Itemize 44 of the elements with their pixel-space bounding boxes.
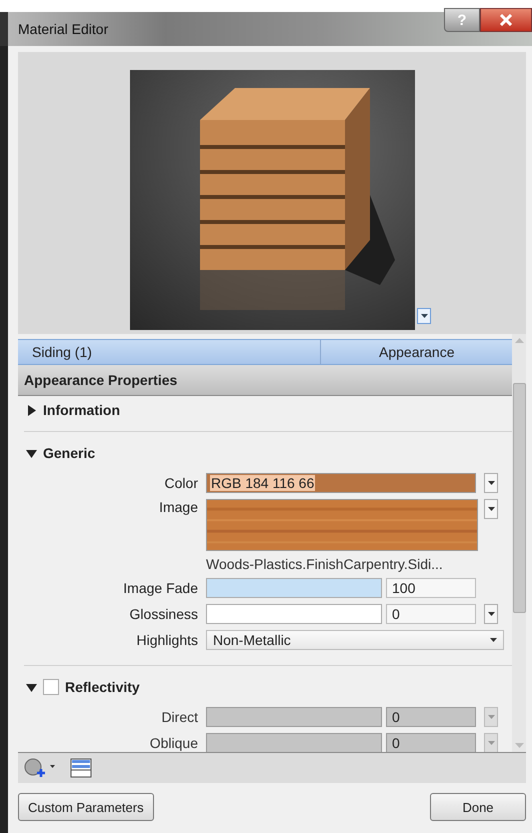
section-title[interactable]: Information xyxy=(43,402,120,418)
close-button[interactable] xyxy=(480,8,532,32)
window-title: Material Editor xyxy=(18,21,108,37)
close-icon xyxy=(499,14,513,26)
image-file-name: Woods-Plastics.FinishCarpentry.Sidi... xyxy=(206,556,444,572)
property-label: Image Fade xyxy=(122,580,198,596)
caret-icon xyxy=(488,741,494,745)
property-label: Glossiness xyxy=(128,606,198,622)
property-label: Color xyxy=(164,475,198,491)
property-label: Highlights xyxy=(136,632,198,648)
scrollbar[interactable] xyxy=(512,334,526,752)
property-label: Oblique xyxy=(148,735,198,751)
caret-icon xyxy=(488,612,494,616)
panel-layout-button[interactable] xyxy=(70,758,92,778)
done-button[interactable]: Done xyxy=(430,793,526,821)
scroll-up-icon[interactable] xyxy=(514,338,524,343)
add-material-button[interactable] xyxy=(24,758,56,778)
caret-icon xyxy=(488,715,494,719)
value-field[interactable]: 100 xyxy=(386,578,476,598)
slider-track[interactable] xyxy=(206,604,382,624)
dropdown-button[interactable] xyxy=(484,499,498,519)
dropdown-button[interactable] xyxy=(484,604,498,624)
section-title[interactable]: Generic xyxy=(43,445,96,461)
dropdown-field[interactable]: Non-Metallic xyxy=(206,630,504,650)
caret-icon xyxy=(490,638,497,642)
property-label: Direct xyxy=(160,709,198,725)
appearance-tab[interactable]: Appearance xyxy=(321,340,455,364)
section-title[interactable]: Reflectivity xyxy=(65,679,140,695)
preview-options-button[interactable] xyxy=(417,308,431,324)
caret-icon xyxy=(488,507,494,511)
expanded-arrow-icon[interactable] xyxy=(26,448,37,458)
material-name: Siding (1) xyxy=(18,340,321,364)
scroll-down-icon[interactable] xyxy=(514,743,524,748)
collapsed-arrow-icon[interactable] xyxy=(26,404,37,416)
checkbox[interactable] xyxy=(43,679,59,695)
color-field[interactable]: RGB 184 116 66 xyxy=(206,473,476,493)
custom-parameters-button[interactable]: Custom Parameters xyxy=(18,793,154,821)
property-label: Image xyxy=(158,499,198,515)
caret-icon xyxy=(488,481,494,485)
caret-icon xyxy=(420,314,428,318)
section-header: Appearance Properties xyxy=(18,365,512,396)
expanded-arrow-icon[interactable] xyxy=(26,682,37,692)
dropdown-button[interactable] xyxy=(484,473,498,493)
value-field[interactable]: 0 xyxy=(386,604,476,624)
